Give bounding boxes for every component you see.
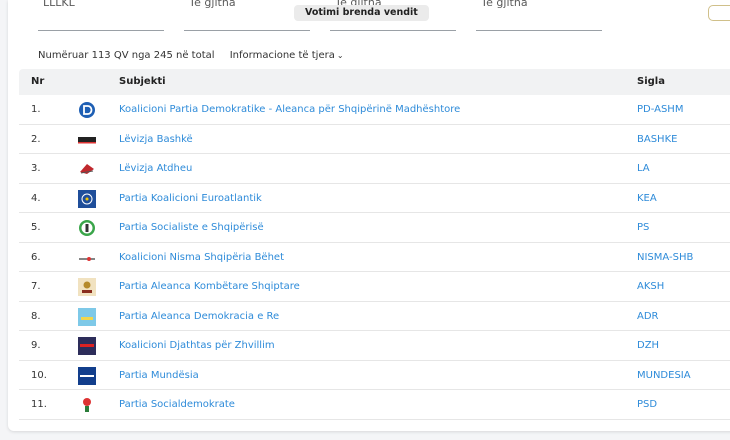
summary-bar: Numëruar 113 QV nga 245 në total Informa… xyxy=(38,50,344,61)
bashke-logo-icon xyxy=(78,131,96,149)
table-row: 9. Koalicioni Djathtas për Zhvillim DZH xyxy=(19,331,730,361)
row-number: 4. xyxy=(31,192,41,204)
mundesia-logo-icon xyxy=(78,366,96,385)
aksh-logo-icon xyxy=(78,278,96,296)
table-row: 4. Partia Koalicioni Euroatlantik KEA xyxy=(19,184,730,213)
page: LLLKL Të gjitha Të gjitha Të gjitha Voti… xyxy=(0,0,730,440)
subject-sigla: KEA xyxy=(637,192,657,204)
header-subject: Subjekti xyxy=(119,76,166,87)
subject-link[interactable]: Lëvizja Atdheu xyxy=(119,163,192,174)
subject-sigla: PD-ASHM xyxy=(637,104,684,115)
table-row: 6. Koalicioni Nisma Shqipëria Bëhet NISMA-… xyxy=(19,243,730,272)
dzh-logo-icon xyxy=(78,337,96,355)
subject-link[interactable]: Partia Socialdemokrate xyxy=(119,399,235,410)
nisma-logo-icon xyxy=(78,249,96,267)
filter-municipality[interactable]: Të gjitha xyxy=(184,0,310,31)
subject-sigla: PSD xyxy=(637,399,658,410)
subject-link[interactable]: Partia Koalicioni Euroatlantik xyxy=(119,193,262,204)
results-card: LLLKL Të gjitha Të gjitha Të gjitha Voti… xyxy=(8,0,730,431)
subject-sigla: DZH xyxy=(637,340,660,351)
subject-sigla: ADR xyxy=(637,310,659,322)
table-body: 1. Koalicioni Partia Demokratike - Aleanc… xyxy=(19,95,730,420)
subject-sigla: MUNDESIA xyxy=(637,369,691,381)
atdheu-logo-icon xyxy=(78,160,96,178)
table-row: 2. Lëvizja Bashkë BASHKE xyxy=(19,125,730,154)
row-number: 6. xyxy=(31,251,41,263)
filter-region-value: LLLKL xyxy=(43,0,75,9)
table-row: 1. Koalicioni Partia Demokratike - Aleanc… xyxy=(19,95,730,125)
psd-logo-icon xyxy=(78,396,96,414)
adr-logo-icon xyxy=(78,307,96,326)
chevron-down-icon: ⌄ xyxy=(336,51,344,60)
table-row: 7. Partia Aleanca Kombëtare Shqiptare AKSH xyxy=(19,272,730,302)
subject-link[interactable]: Koalicioni Partia Demokratike - Aleanca … xyxy=(119,104,460,115)
filter-region[interactable]: LLLKL xyxy=(38,0,164,31)
header-nr: Nr xyxy=(31,76,45,87)
row-number: 11. xyxy=(31,399,47,410)
subject-sigla: BASHKE xyxy=(637,133,678,145)
filter-center[interactable]: Të gjitha xyxy=(476,0,602,31)
header-sigla: Sigla xyxy=(637,76,665,87)
subject-link[interactable]: Lëvizja Bashkë xyxy=(119,134,193,145)
row-number: 5. xyxy=(31,222,41,233)
subject-sigla: PS xyxy=(637,222,650,233)
table-header: Nr Subjekti Sigla xyxy=(19,69,730,95)
corner-button[interactable]: V xyxy=(708,5,730,21)
table-row: 3. Lëvizja Atdheu LA xyxy=(19,154,730,184)
table-row: 10. Partia Mundësia MUNDESIA xyxy=(19,361,730,390)
subject-link[interactable]: Koalicioni Djathtas për Zhvillim xyxy=(119,340,275,351)
kea-logo-icon xyxy=(78,189,96,208)
more-info-label: Informacione të tjera xyxy=(229,50,335,61)
counted-polling-stations: Numëruar 113 QV nga 245 në total xyxy=(38,50,215,61)
subject-link[interactable]: Partia Mundësia xyxy=(119,370,199,381)
subject-sigla: LA xyxy=(637,163,650,174)
tab-domestic-voting[interactable]: Votimi brenda vendit xyxy=(294,5,429,21)
subject-link[interactable]: Partia Aleanca Kombëtare Shqiptare xyxy=(119,281,300,292)
row-number: 3. xyxy=(31,163,41,174)
table-row: 8. Partia Aleanca Demokracia e Re ADR xyxy=(19,302,730,331)
row-number: 10. xyxy=(31,369,47,381)
pd-logo-icon xyxy=(78,101,96,119)
filter-row: LLLKL Të gjitha Të gjitha Të gjitha Voti… xyxy=(8,0,730,32)
results-table: Nr Subjekti Sigla 1. Koalicioni Partia De… xyxy=(19,69,730,420)
subject-sigla: AKSH xyxy=(637,281,665,292)
filter-municipality-value: Të gjitha xyxy=(189,0,236,9)
row-number: 9. xyxy=(31,340,41,351)
subject-link[interactable]: Partia Aleanca Demokracia e Re xyxy=(119,311,279,322)
subject-link[interactable]: Koalicioni Nisma Shqipëria Bëhet xyxy=(119,252,284,263)
row-number: 2. xyxy=(31,133,41,145)
table-row: 5. Partia Socialiste e Shqipërisë PS xyxy=(19,213,730,243)
table-row: 11. Partia Socialdemokrate PSD xyxy=(19,390,730,420)
ps-logo-icon xyxy=(78,219,96,237)
more-info-dropdown[interactable]: Informacione të tjera ⌄ xyxy=(230,50,344,61)
row-number: 1. xyxy=(31,104,41,115)
subject-link[interactable]: Partia Socialiste e Shqipërisë xyxy=(119,222,264,233)
subject-sigla: NISMA-SHB xyxy=(637,251,694,263)
row-number: 8. xyxy=(31,310,41,322)
filter-center-value: Të gjitha xyxy=(481,0,528,9)
row-number: 7. xyxy=(31,281,41,292)
